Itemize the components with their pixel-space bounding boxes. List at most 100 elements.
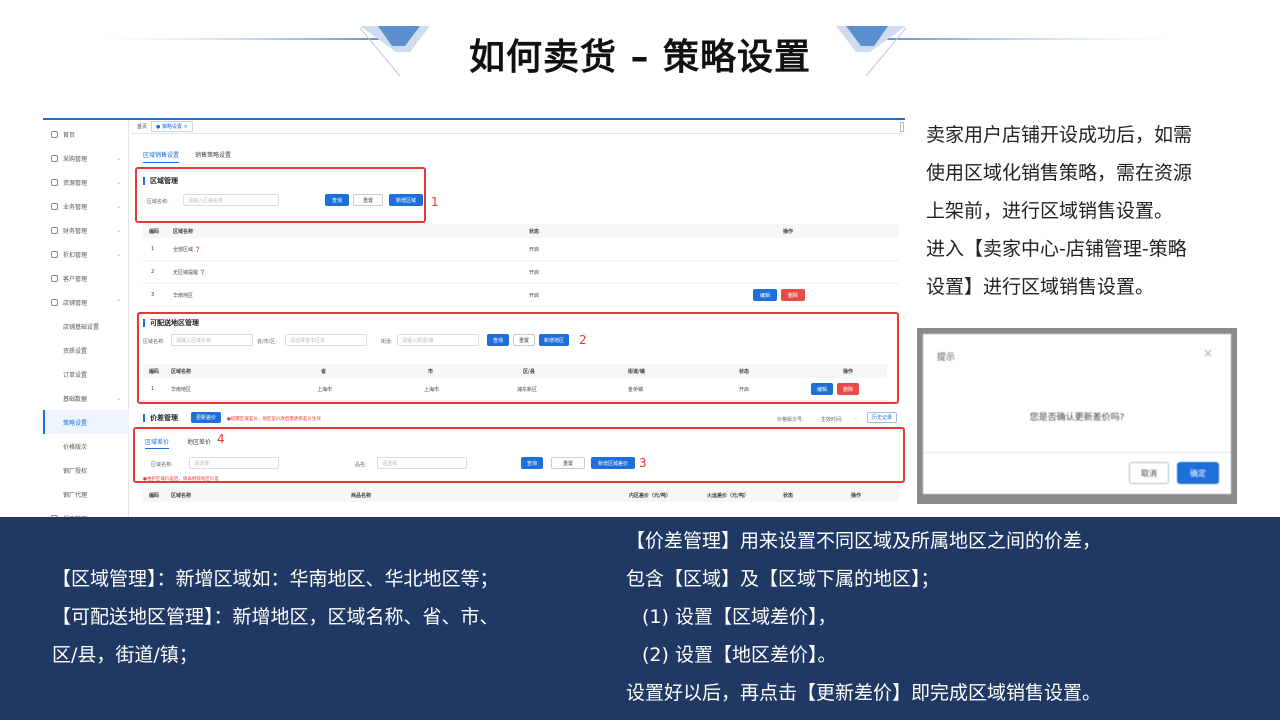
bottom-left-line: 【区域管理】：新增区域如：华南地区、华北地区等； bbox=[52, 568, 499, 590]
sidebar-item[interactable]: 客户管理 bbox=[43, 266, 129, 290]
area-name-label: 区域名称: bbox=[143, 339, 165, 345]
maintenance-hint: ●维护区域价差后，请再继续地区价差 bbox=[143, 477, 219, 482]
tab-sales-policy[interactable]: 销售策略设置 bbox=[195, 150, 231, 163]
delete-button[interactable]: 删除 bbox=[781, 289, 805, 301]
row-code: 1 bbox=[151, 246, 155, 252]
dialog-title: 提示 bbox=[937, 353, 956, 363]
row-code: 2 bbox=[151, 269, 155, 275]
col-province: 省 bbox=[321, 368, 327, 375]
right-line: 设置】进行区域销售设置。 bbox=[926, 276, 1155, 298]
confirm-button[interactable]: 确定 bbox=[1177, 462, 1219, 484]
region-mgmt-title: 区域管理 bbox=[143, 176, 178, 186]
sidebar-item-label: 首页 bbox=[63, 131, 76, 139]
area-reset-button[interactable]: 重置 bbox=[513, 334, 535, 346]
marker-2: 2 bbox=[579, 333, 587, 347]
tab-region-diff[interactable]: 区域差价 bbox=[145, 437, 170, 449]
chevron-icon: ⌄ bbox=[115, 202, 121, 210]
update-price-button[interactable]: 更新差价 bbox=[191, 412, 221, 423]
sidebar-item[interactable]: 价格版次 bbox=[43, 434, 129, 458]
sidebar-item-label: 资源管理 bbox=[63, 179, 88, 187]
row-code: 3 bbox=[151, 292, 155, 298]
add-region-diff-button[interactable]: 新增区域差价 bbox=[591, 457, 635, 469]
sidebar-item-label: 钢厂代理 bbox=[63, 491, 88, 499]
sidebar-item[interactable]: 资源管理 ⌄ bbox=[43, 170, 129, 194]
tab-area-diff[interactable]: 地区差价 bbox=[187, 437, 211, 446]
app-screenshot: 首页 采购管理 ⌄ 资源管理 ⌄ 业务管理 ⌄ 财务管理 ⌄ 折扣管理 ⌄ 客户管理 店铺管理 ⌃ 店铺基础… bbox=[43, 118, 905, 518]
sidebar-item[interactable]: 订单设置 bbox=[43, 362, 129, 386]
sidebar-item[interactable]: 折扣管理 ⌄ bbox=[43, 242, 129, 266]
sidebar-item-label: 订单设置 bbox=[63, 371, 88, 379]
add-region-button[interactable]: 新增区域 bbox=[389, 194, 423, 206]
bottom-right-line: (2) 设置【地区差价】。 bbox=[642, 644, 837, 666]
col-status: 状态 bbox=[739, 368, 750, 375]
col-district: 区/县 bbox=[523, 368, 535, 375]
sidebar-item[interactable]: 策略设置 bbox=[43, 410, 129, 434]
sidebar-item-label: 价格版次 bbox=[63, 443, 88, 451]
diff-region-select[interactable]: 请选择 bbox=[189, 457, 279, 469]
sidebar-item[interactable]: 财务管理 ⌄ bbox=[43, 218, 129, 242]
menu-icon bbox=[51, 130, 58, 138]
close-icon[interactable]: × bbox=[1203, 346, 1213, 360]
col-street: 街道/镇 bbox=[628, 368, 645, 375]
price-warning: ●提醒区域差价，地区差价改后需更新差价生效 bbox=[227, 417, 321, 422]
area-mgmt-title: 可配送地区管理 bbox=[143, 318, 199, 328]
diff-reset-button[interactable]: 重置 bbox=[551, 457, 585, 469]
product-select[interactable]: 请选择 bbox=[377, 457, 467, 469]
menu-icon bbox=[51, 154, 58, 162]
region-query-button[interactable]: 查询 bbox=[325, 194, 349, 206]
main-panel: 首页 ● 策略设置 × 区域销售设置 销售策略设置 区域管理 区域名称: 请输入… bbox=[131, 120, 905, 518]
row-status: 开启 bbox=[529, 292, 540, 299]
sidebar-item-label: 基础数据 bbox=[63, 395, 88, 403]
sidebar-item-label: 策略设置 bbox=[63, 419, 88, 427]
table-row: 3 华南地区 开启 编辑 删除 bbox=[143, 284, 899, 307]
crumb-home[interactable]: 首页 bbox=[137, 123, 147, 130]
edit-button[interactable]: 编辑 bbox=[753, 289, 777, 301]
region-reset-button[interactable]: 重置 bbox=[353, 194, 383, 206]
tab-region-sales[interactable]: 区域销售设置 bbox=[143, 150, 180, 163]
table-row: 1 全部区域 ❓ 开启 bbox=[143, 238, 899, 261]
diff-query-button[interactable]: 查询 bbox=[521, 457, 543, 469]
sidebar-item[interactable]: 店铺基础设置 bbox=[43, 314, 129, 338]
history-button[interactable]: 历史记录 bbox=[867, 412, 897, 423]
tab-bar: 区域销售设置 销售策略设置 bbox=[143, 150, 231, 163]
area-query-button[interactable]: 查询 bbox=[487, 334, 509, 346]
pca-label: 省/市/区: bbox=[257, 339, 278, 345]
area-name-input[interactable]: 请输入区域名称 bbox=[171, 334, 253, 346]
sidebar-item[interactable]: 资质设置 bbox=[43, 338, 129, 362]
sidebar-item[interactable]: 钢厂代理 bbox=[43, 482, 129, 506]
cancel-button[interactable]: 取消 bbox=[1129, 462, 1169, 484]
menu-icon bbox=[51, 298, 58, 306]
row-name: 华南地区 bbox=[173, 292, 194, 299]
effective-value: - bbox=[855, 416, 857, 422]
region-table-header: 编码 区域名称 状态 操作 bbox=[143, 224, 899, 238]
crumb-tab-strategy[interactable]: ● 策略设置 × bbox=[151, 121, 193, 132]
sidebar-item[interactable]: 店铺管理 ⌃ bbox=[43, 290, 129, 314]
sidebar-item[interactable]: 基础数据 ⌄ bbox=[43, 386, 129, 410]
diff-region-label: 区域名称: bbox=[151, 462, 173, 468]
row-name: 华南地区 bbox=[171, 386, 192, 393]
street-label: 街道: bbox=[381, 339, 393, 345]
sidebar-item-label: 财务管理 bbox=[63, 227, 88, 235]
sidebar-item[interactable]: 首页 bbox=[43, 122, 129, 146]
marker-1: 1 bbox=[431, 195, 439, 209]
col-status: 状态 bbox=[529, 228, 540, 235]
table-row: 2 无区域提醒 ❓ 开启 bbox=[143, 261, 899, 284]
region-name-input[interactable]: 请输入区域名称 bbox=[183, 194, 279, 206]
street-input[interactable]: 请输入街道/镇 bbox=[397, 334, 479, 346]
delete-button[interactable]: 删除 bbox=[837, 383, 859, 395]
col-action: 操作 bbox=[783, 228, 794, 235]
col-status: 状态 bbox=[783, 492, 794, 499]
add-area-button[interactable]: 新增地区 bbox=[539, 334, 569, 346]
menu-icon bbox=[51, 226, 58, 234]
sidebar: 首页 采购管理 ⌄ 资源管理 ⌄ 业务管理 ⌄ 财务管理 ⌄ 折扣管理 ⌄ 客户管理 店铺管理 ⌃ 店铺基础… bbox=[43, 120, 129, 518]
sidebar-item[interactable]: 钢厂授权 bbox=[43, 458, 129, 482]
chevron-icon: ⌄ bbox=[115, 154, 121, 162]
edit-button[interactable]: 编辑 bbox=[811, 383, 833, 395]
chevron-icon: ⌄ bbox=[115, 226, 121, 234]
row-name: 无区域提醒 ❓ bbox=[173, 269, 206, 276]
col-rail-diff: 火运差价（元/吨） bbox=[707, 492, 749, 499]
sidebar-item[interactable]: 业务管理 ⌄ bbox=[43, 194, 129, 218]
col-city: 市 bbox=[428, 368, 434, 375]
sidebar-item[interactable]: 采购管理 ⌄ bbox=[43, 146, 129, 170]
pca-select[interactable]: 请选择省市区县 bbox=[285, 334, 367, 346]
